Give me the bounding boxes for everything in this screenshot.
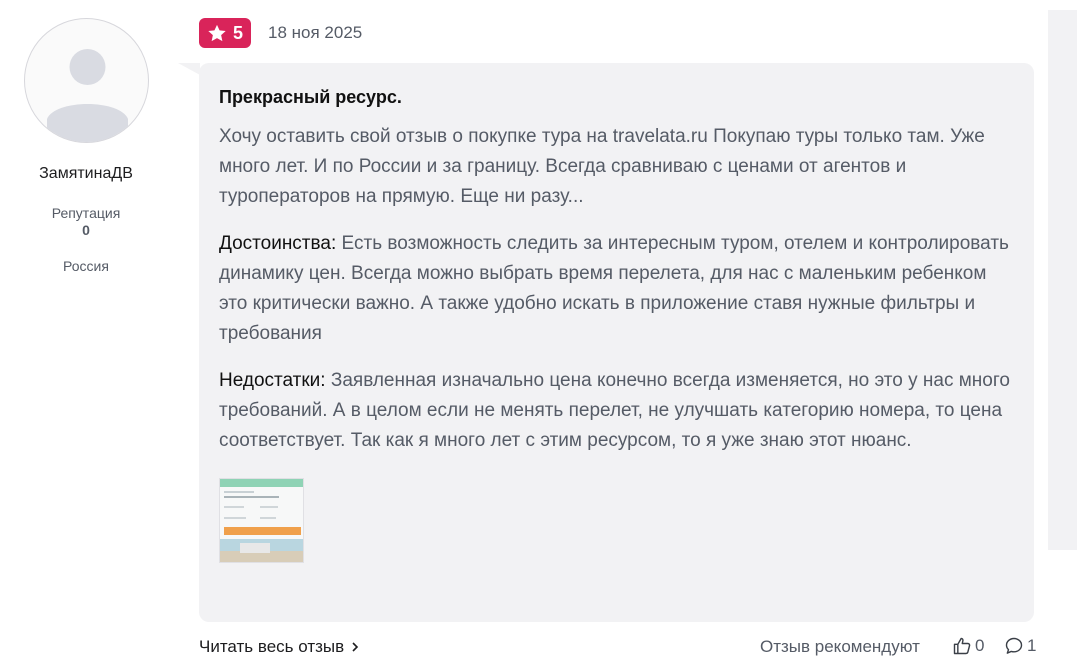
- avatar[interactable]: [23, 18, 149, 143]
- user-name[interactable]: ЗамятинаДВ: [39, 165, 133, 183]
- review-photo-thumbnail[interactable]: [219, 478, 304, 563]
- reputation-value: 0: [82, 222, 90, 238]
- star-icon: [208, 24, 226, 41]
- review-cons: Недостатки: Заявленная изначально цена к…: [219, 366, 1014, 456]
- review-pros: Достоинства: Есть возможность следить за…: [219, 229, 1014, 349]
- read-more-label: Читать весь отзыв: [199, 637, 345, 656]
- chevron-right-icon: [352, 642, 359, 652]
- user-silhouette-icon: [46, 49, 128, 142]
- review-text: Хочу оставить свой отзыв о покупке тура …: [219, 126, 985, 207]
- reputation-label: Репутация: [51, 205, 121, 221]
- read-full-review-link[interactable]: Читать весь отзыв: [199, 637, 360, 657]
- comments-count: 1: [1027, 636, 1037, 655]
- thumbs-up-icon: [953, 637, 971, 655]
- bubble-tail: [178, 63, 200, 75]
- rating-value: 5: [232, 22, 243, 43]
- cons-text: Заявленная изначально цена конечно всегд…: [219, 370, 1010, 451]
- review-date: 18 ноя 2025: [268, 23, 363, 42]
- pros-text: Есть возможность следить за интересным т…: [219, 233, 1009, 344]
- cons-label: Недостатки:: [219, 370, 326, 391]
- photo-thumbnail-image: [220, 479, 303, 562]
- review-bubble: Прекрасный ресурс. Хочу оставить свой от…: [199, 63, 1034, 622]
- user-panel: ЗамятинаДВ Репутация 0 Россия: [0, 0, 172, 274]
- review-title: Прекрасный ресурс.: [219, 87, 402, 107]
- comments-button[interactable]: 1: [1004, 636, 1036, 656]
- user-country: Россия: [63, 258, 109, 274]
- like-button[interactable]: 0: [952, 636, 984, 656]
- rating-badge: 5: [199, 18, 251, 48]
- recommend-label: Отзыв рекомендуют: [760, 637, 920, 656]
- scrollbar-track[interactable]: [1048, 10, 1077, 550]
- pros-label: Достоинства:: [219, 233, 337, 254]
- likes-count: 0: [975, 636, 985, 655]
- comment-icon: [1005, 637, 1023, 654]
- review-page: ЗамятинаДВ Репутация 0 Россия 5 18 ноя 2…: [0, 0, 1077, 671]
